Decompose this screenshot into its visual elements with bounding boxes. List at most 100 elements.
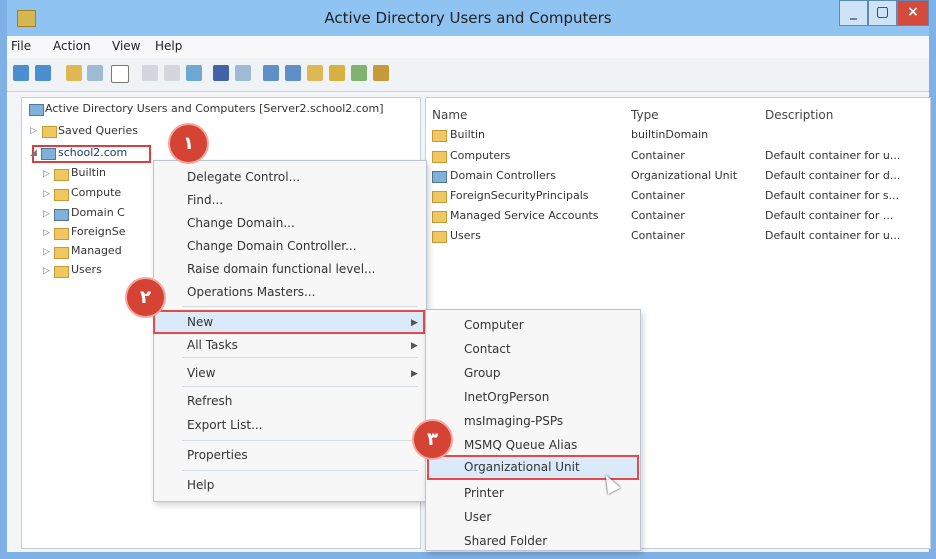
tree-domain-controllers[interactable]: Domain C bbox=[71, 206, 125, 219]
folder-icon bbox=[432, 130, 447, 142]
column-description[interactable]: Description bbox=[765, 108, 833, 122]
collapse-icon[interactable]: ◢ bbox=[30, 148, 37, 158]
folder-icon bbox=[54, 169, 69, 181]
expander-icon[interactable]: ▷ bbox=[43, 266, 50, 276]
column-type[interactable]: Type bbox=[631, 108, 659, 122]
menu-help[interactable]: Help bbox=[155, 39, 182, 53]
expander-icon[interactable]: ▷ bbox=[43, 247, 50, 257]
menu-delegate-control[interactable]: Delegate Control... bbox=[187, 170, 300, 184]
new-window-icon[interactable] bbox=[111, 65, 129, 83]
folder-icon bbox=[42, 126, 57, 138]
folder-icon bbox=[432, 151, 447, 163]
export-icon[interactable] bbox=[142, 65, 158, 81]
find-icon[interactable] bbox=[351, 65, 367, 81]
show-hide-tree-icon[interactable] bbox=[87, 65, 103, 81]
menu-bar: File Action View Help bbox=[7, 36, 929, 58]
row-type: Container bbox=[631, 149, 685, 162]
folder-icon bbox=[54, 266, 69, 278]
expander-icon[interactable]: ▷ bbox=[43, 228, 50, 238]
menu-action[interactable]: Action bbox=[53, 39, 91, 53]
expander-icon[interactable]: ▷ bbox=[43, 169, 50, 179]
row-name[interactable]: Domain Controllers bbox=[450, 169, 556, 182]
saved-queries-node[interactable]: Saved Queries bbox=[58, 124, 138, 137]
column-name[interactable]: Name bbox=[432, 108, 467, 122]
menu-all-tasks[interactable]: All Tasks bbox=[187, 338, 238, 352]
submenu-printer[interactable]: Printer bbox=[464, 486, 504, 500]
row-type: builtinDomain bbox=[631, 128, 709, 141]
properties-icon[interactable] bbox=[164, 65, 180, 81]
forward-icon[interactable] bbox=[35, 65, 51, 81]
row-description: Default container for u... bbox=[765, 149, 901, 162]
menu-help[interactable]: Help bbox=[187, 478, 214, 492]
submenu-group[interactable]: Group bbox=[464, 366, 501, 380]
tree-builtin[interactable]: Builtin bbox=[71, 166, 106, 179]
row-type: Container bbox=[631, 229, 685, 242]
filter-icon[interactable] bbox=[329, 65, 345, 81]
toolbar bbox=[7, 58, 929, 92]
menu-view[interactable]: View bbox=[112, 39, 140, 53]
minimize-button[interactable]: _ bbox=[839, 0, 868, 26]
row-type: Organizational Unit bbox=[631, 169, 738, 182]
view-icon[interactable] bbox=[235, 65, 251, 81]
menu-find[interactable]: Find... bbox=[187, 193, 223, 207]
menu-view[interactable]: View bbox=[187, 366, 215, 380]
maximize-button[interactable]: ▢ bbox=[868, 0, 897, 26]
new-user-icon[interactable] bbox=[263, 65, 279, 81]
move-icon[interactable] bbox=[373, 65, 389, 81]
folder-up-icon[interactable] bbox=[66, 65, 82, 81]
row-name[interactable]: Computers bbox=[450, 149, 510, 162]
title-bar[interactable]: Active Directory Users and Computers _ ▢… bbox=[7, 0, 929, 36]
back-icon[interactable] bbox=[13, 65, 29, 81]
row-name[interactable]: ForeignSecurityPrincipals bbox=[450, 189, 589, 202]
submenu-user[interactable]: User bbox=[464, 510, 491, 524]
submenu-arrow-icon: ▶ bbox=[411, 369, 418, 379]
window-title: Active Directory Users and Computers bbox=[324, 9, 612, 27]
row-type: Container bbox=[631, 209, 685, 222]
menu-properties[interactable]: Properties bbox=[187, 448, 248, 462]
row-description: Default container for ... bbox=[765, 209, 894, 222]
menu-raise-domain-level[interactable]: Raise domain functional level... bbox=[187, 262, 375, 276]
menu-change-domain[interactable]: Change Domain... bbox=[187, 216, 295, 230]
folder-icon bbox=[432, 191, 447, 203]
row-name[interactable]: Managed Service Accounts bbox=[450, 209, 598, 222]
folder-icon bbox=[54, 247, 69, 259]
submenu-organizational-unit[interactable]: Organizational Unit bbox=[464, 460, 580, 474]
menu-file[interactable]: File bbox=[11, 39, 31, 53]
tree-managed[interactable]: Managed bbox=[71, 244, 122, 257]
menu-operations-masters[interactable]: Operations Masters... bbox=[187, 285, 315, 299]
folder-icon bbox=[54, 189, 69, 201]
menu-change-domain-controller[interactable]: Change Domain Controller... bbox=[187, 239, 357, 253]
expander-icon[interactable]: ▷ bbox=[30, 126, 37, 136]
step-two-badge: ۲ bbox=[127, 279, 164, 316]
menu-separator bbox=[182, 357, 418, 358]
submenu-computer[interactable]: Computer bbox=[464, 318, 524, 332]
row-name[interactable]: Users bbox=[450, 229, 481, 242]
domain-controllers-icon bbox=[54, 209, 69, 221]
tree-users[interactable]: Users bbox=[71, 263, 102, 276]
close-button[interactable]: × bbox=[897, 0, 929, 26]
menu-separator bbox=[182, 306, 418, 307]
help-icon[interactable] bbox=[213, 65, 229, 81]
step-three-badge: ۳ bbox=[414, 421, 451, 458]
submenu-msmq-queue-alias[interactable]: MSMQ Queue Alias bbox=[464, 438, 577, 452]
new-group-icon[interactable] bbox=[285, 65, 301, 81]
row-name[interactable]: Builtin bbox=[450, 128, 485, 141]
menu-new[interactable]: New bbox=[187, 315, 213, 329]
submenu-contact[interactable]: Contact bbox=[464, 342, 511, 356]
expander-icon[interactable]: ▷ bbox=[43, 209, 50, 219]
menu-export-list[interactable]: Export List... bbox=[187, 418, 263, 432]
tree-foreign-security[interactable]: ForeignSe bbox=[71, 225, 125, 238]
expander-icon[interactable]: ▷ bbox=[43, 189, 50, 199]
domain-icon bbox=[41, 148, 56, 160]
submenu-arrow-icon: ▶ bbox=[411, 341, 418, 351]
menu-refresh[interactable]: Refresh bbox=[187, 394, 232, 408]
submenu-inetorgperson[interactable]: InetOrgPerson bbox=[464, 390, 549, 404]
submenu-shared-folder[interactable]: Shared Folder bbox=[464, 534, 547, 548]
domain-node[interactable]: school2.com bbox=[58, 146, 127, 159]
tree-root[interactable]: Active Directory Users and Computers [Se… bbox=[45, 102, 384, 115]
tree-computers[interactable]: Compute bbox=[71, 186, 121, 199]
new-ou-icon[interactable] bbox=[307, 65, 323, 81]
submenu-msimaging-psps[interactable]: msImaging-PSPs bbox=[464, 414, 563, 428]
menu-separator bbox=[182, 386, 418, 387]
refresh-icon[interactable] bbox=[186, 65, 202, 81]
